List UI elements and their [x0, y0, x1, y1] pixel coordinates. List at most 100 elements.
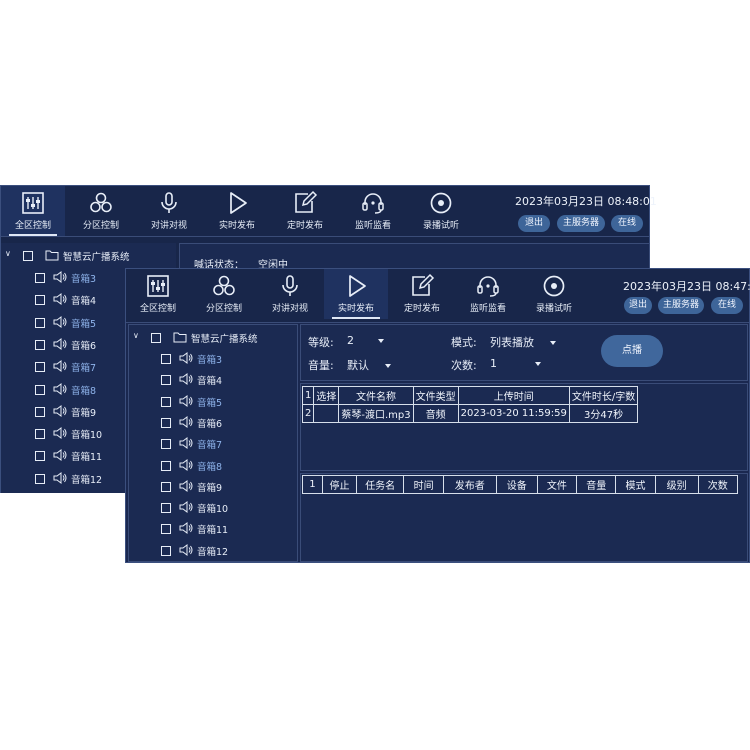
level-value: 2 — [347, 334, 354, 347]
nav-label: 对讲对视 — [150, 221, 187, 231]
level-select[interactable]: 2 — [347, 334, 384, 347]
speaker-checkbox[interactable] — [35, 295, 45, 306]
microphone-icon — [277, 273, 303, 299]
nav-microphone[interactable]: 对讲对视 — [258, 269, 322, 319]
nav-edit[interactable]: 定时发布 — [390, 269, 454, 319]
microphone-icon — [156, 190, 182, 216]
nav-microphone[interactable]: 对讲对视 — [137, 186, 201, 236]
nav-circles[interactable]: 分区控制 — [69, 186, 133, 236]
volume-select[interactable]: 默认 — [347, 357, 391, 373]
table-cell: 音频 — [412, 404, 459, 423]
speaker-checkbox[interactable] — [161, 481, 171, 492]
column-header: 级别 — [654, 475, 699, 494]
folder-icon — [173, 331, 187, 343]
disc-icon — [541, 273, 567, 299]
speaker-label: 音箱8 — [197, 461, 223, 473]
speaker-icon — [179, 373, 193, 386]
mode-value: 列表播放 — [490, 336, 534, 349]
file-list-panel: 1 选择 文件名称 文件类型 上传时间 文件时长/字数 2 蔡琴-渡口.mp3 音频 2023-0… — [300, 383, 748, 471]
speaker-icon — [179, 437, 193, 450]
table-cell: 3分47秒 — [568, 404, 639, 423]
nav-mixer[interactable]: 全区控制 — [1, 186, 65, 236]
speaker-checkbox[interactable] — [35, 451, 45, 462]
speaker-label: 音箱7 — [71, 363, 97, 375]
speaker-icon — [53, 427, 67, 440]
speaker-icon — [53, 449, 67, 462]
nav-headset[interactable]: 监听监看 — [341, 186, 405, 236]
back-main-server-button[interactable]: 主服务器 — [557, 215, 605, 232]
front-exit-button[interactable]: 退出 — [624, 297, 652, 314]
chevron-down-icon[interactable]: ∨ — [133, 331, 139, 340]
speaker-checkbox[interactable] — [35, 406, 45, 417]
speaker-label: 音箱11 — [71, 452, 103, 464]
folder-icon — [45, 249, 59, 261]
volume-label: 音量: — [308, 359, 334, 372]
nav-label: 录播试听 — [535, 304, 572, 314]
nav-disc[interactable]: 录播试听 — [522, 269, 586, 319]
nav-label: 分区控制 — [82, 221, 119, 231]
front-main-server-button[interactable]: 主服务器 — [658, 297, 704, 314]
file-table-header: 1 选择 文件名称 文件类型 上传时间 文件时长/字数 — [301, 386, 639, 405]
root-checkbox[interactable] — [151, 333, 161, 343]
nav-headset[interactable]: 监听监看 — [456, 269, 520, 319]
speaker-label: 音箱6 — [197, 418, 223, 430]
speaker-checkbox[interactable] — [161, 524, 171, 535]
nav-circles[interactable]: 分区控制 — [192, 269, 256, 319]
speaker-checkbox[interactable] — [161, 354, 171, 364]
disc-icon — [428, 190, 454, 216]
nav-play[interactable]: 实时发布 — [205, 186, 269, 236]
speaker-icon — [53, 337, 67, 350]
nav-disc[interactable]: 录播试听 — [409, 186, 473, 236]
column-header: 次数 — [697, 475, 739, 494]
speaker-label: 音箱7 — [197, 440, 223, 452]
table-cell: 蔡琴-渡口.mp3 — [338, 404, 414, 423]
speaker-icon — [53, 293, 67, 306]
chevron-down-icon[interactable]: ∨ — [5, 249, 11, 258]
back-online-button[interactable]: 在线 — [611, 215, 643, 232]
speaker-icon — [179, 543, 193, 556]
nav-play[interactable]: 实时发布 — [324, 269, 388, 319]
speaker-checkbox[interactable] — [35, 273, 45, 283]
speaker-checkbox[interactable] — [161, 417, 171, 428]
nav-label: 监听监看 — [469, 304, 506, 314]
back-exit-button[interactable]: 退出 — [518, 215, 550, 232]
speaker-label: 音箱3 — [197, 355, 223, 366]
table-cell — [313, 404, 340, 423]
root-checkbox[interactable] — [23, 251, 33, 261]
headset-icon — [360, 190, 386, 216]
speaker-checkbox[interactable] — [35, 384, 45, 395]
speaker-icon — [53, 271, 67, 283]
speaker-label: 音箱3 — [71, 274, 97, 285]
column-header: 文件类型 — [412, 386, 459, 405]
play-on-demand-button[interactable]: 点播 — [601, 335, 663, 367]
front-online-button[interactable]: 在线 — [711, 297, 743, 314]
speaker-checkbox[interactable] — [35, 317, 45, 328]
chevron-down-icon — [378, 339, 384, 343]
speaker-checkbox[interactable] — [35, 362, 45, 373]
speaker-icon — [179, 415, 193, 428]
nav-label: 分区控制 — [205, 304, 242, 314]
nav-mixer[interactable]: 全区控制 — [126, 269, 190, 319]
speaker-checkbox[interactable] — [161, 439, 171, 450]
front-datetime: 2023年03月23日 08:47:19 — [623, 280, 750, 293]
speaker-checkbox[interactable] — [161, 460, 171, 471]
speaker-checkbox[interactable] — [35, 429, 45, 440]
count-select[interactable]: 1 — [490, 357, 541, 370]
speaker-label: 音箱9 — [197, 482, 223, 494]
speaker-label: 音箱10 — [71, 430, 103, 442]
speaker-checkbox[interactable] — [35, 339, 45, 350]
mode-select[interactable]: 列表播放 — [490, 334, 556, 350]
speaker-checkbox[interactable] — [161, 396, 171, 407]
speaker-icon — [179, 352, 193, 364]
speaker-checkbox[interactable] — [161, 545, 171, 556]
speaker-checkbox[interactable] — [35, 473, 45, 484]
speaker-checkbox[interactable] — [161, 375, 171, 386]
speaker-checkbox[interactable] — [161, 503, 171, 514]
speaker-icon — [179, 522, 193, 535]
front-window: 全区控制 分区控制 对讲对视 实时发布 定时发布 监听监看 录播试听 2023年03月23日… — [125, 268, 750, 563]
table-row[interactable]: 2 蔡琴-渡口.mp3 音频 2023-03-20 11:59:59 3分47秒 — [301, 404, 639, 423]
mixer-icon — [145, 273, 171, 299]
speaker-label: 音箱12 — [197, 546, 229, 558]
nav-edit[interactable]: 定时发布 — [273, 186, 337, 236]
speaker-label: 音箱12 — [71, 474, 103, 486]
